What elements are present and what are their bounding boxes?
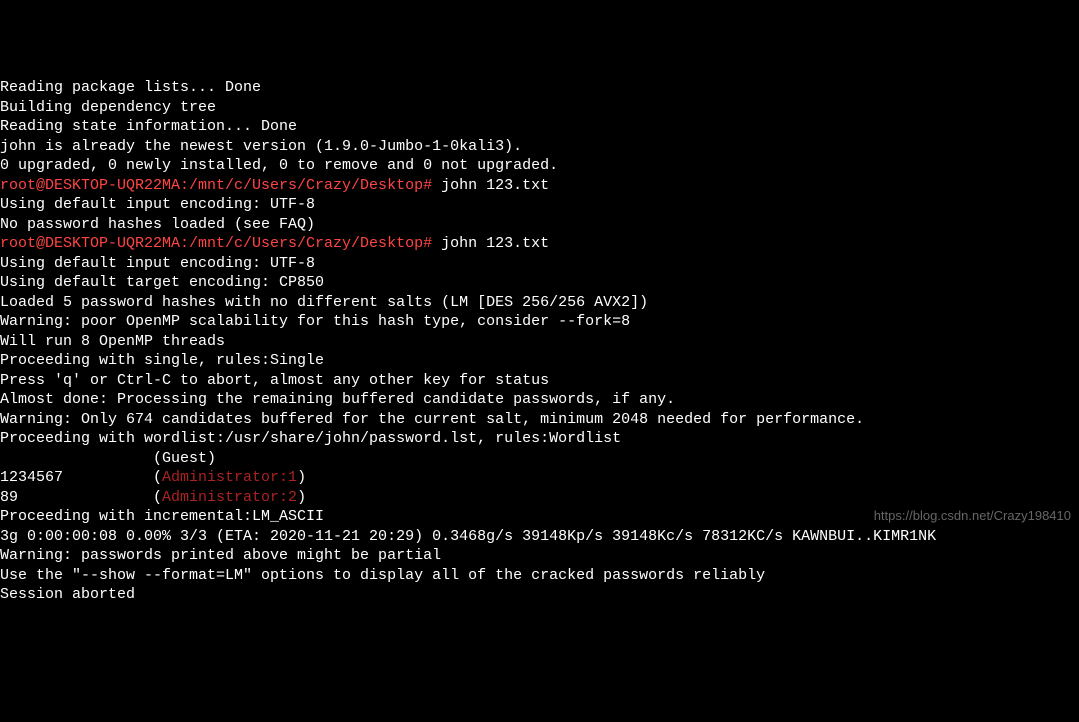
terminal-output[interactable]: Reading package lists... Done Building de… — [0, 78, 1079, 605]
terminal-text-segment: Warning: poor OpenMP scalability for thi… — [0, 313, 630, 330]
terminal-text-segment: Warning: passwords printed above might b… — [0, 547, 441, 564]
terminal-line: root@DESKTOP-UQR22MA:/mnt/c/Users/Crazy/… — [0, 176, 1079, 196]
terminal-text-segment: 1234567 ( — [0, 469, 162, 486]
terminal-text-segment: Reading state information... Done — [0, 118, 297, 135]
terminal-text-segment: Proceeding with single, rules:Single — [0, 352, 324, 369]
terminal-text-segment: root@DESKTOP-UQR22MA:/mnt/c/Users/Crazy/… — [0, 177, 432, 194]
terminal-text-segment: Warning: Only 674 candidates buffered fo… — [0, 411, 864, 428]
terminal-line: Session aborted — [0, 585, 1079, 605]
terminal-line: Reading state information... Done — [0, 117, 1079, 137]
terminal-line: Will run 8 OpenMP threads — [0, 332, 1079, 352]
terminal-line: 0 upgraded, 0 newly installed, 0 to remo… — [0, 156, 1079, 176]
terminal-line: Proceeding with wordlist:/usr/share/john… — [0, 429, 1079, 449]
terminal-text-segment: Almost done: Processing the remaining bu… — [0, 391, 675, 408]
terminal-text-segment: Press 'q' or Ctrl-C to abort, almost any… — [0, 372, 549, 389]
terminal-line: Proceeding with single, rules:Single — [0, 351, 1079, 371]
terminal-line: 1234567 (Administrator:1) — [0, 468, 1079, 488]
terminal-text-segment: john 123.txt — [432, 235, 549, 252]
terminal-text-segment: (Guest) — [0, 450, 216, 467]
terminal-line: Building dependency tree — [0, 98, 1079, 118]
terminal-line: Loaded 5 password hashes with no differe… — [0, 293, 1079, 313]
terminal-text-segment: Building dependency tree — [0, 99, 216, 116]
terminal-text-segment: Session aborted — [0, 586, 135, 603]
terminal-text-segment: Proceeding with wordlist:/usr/share/john… — [0, 430, 621, 447]
terminal-line: root@DESKTOP-UQR22MA:/mnt/c/Users/Crazy/… — [0, 234, 1079, 254]
terminal-text-segment: ) — [297, 469, 306, 486]
terminal-text-segment: Reading package lists... Done — [0, 79, 261, 96]
terminal-text-segment: 3g 0:00:00:08 0.00% 3/3 (ETA: 2020-11-21… — [0, 528, 936, 545]
terminal-text-segment: ) — [297, 489, 306, 506]
terminal-text-segment: Using default input encoding: UTF-8 — [0, 196, 315, 213]
terminal-line: Warning: passwords printed above might b… — [0, 546, 1079, 566]
terminal-text-segment: No password hashes loaded (see FAQ) — [0, 216, 315, 233]
terminal-line: Warning: Only 674 candidates buffered fo… — [0, 410, 1079, 430]
terminal-text-segment: Loaded 5 password hashes with no differe… — [0, 294, 648, 311]
terminal-text-segment: Will run 8 OpenMP threads — [0, 333, 225, 350]
terminal-text-segment: Using default target encoding: CP850 — [0, 274, 324, 291]
terminal-line: Almost done: Processing the remaining bu… — [0, 390, 1079, 410]
terminal-text-segment: Use the "--show --format=LM" options to … — [0, 567, 765, 584]
terminal-text-segment: 89 ( — [0, 489, 162, 506]
terminal-line: 89 (Administrator:2) — [0, 488, 1079, 508]
terminal-text-segment: Administrator:1 — [162, 469, 297, 486]
terminal-line: Using default input encoding: UTF-8 — [0, 254, 1079, 274]
terminal-line: 3g 0:00:00:08 0.00% 3/3 (ETA: 2020-11-21… — [0, 527, 1079, 547]
terminal-text-segment: john is already the newest version (1.9.… — [0, 138, 522, 155]
terminal-text-segment: john 123.txt — [432, 177, 549, 194]
terminal-line: Warning: poor OpenMP scalability for thi… — [0, 312, 1079, 332]
terminal-line: Using default target encoding: CP850 — [0, 273, 1079, 293]
terminal-text-segment: Proceeding with incremental:LM_ASCII — [0, 508, 324, 525]
terminal-text-segment: root@DESKTOP-UQR22MA:/mnt/c/Users/Crazy/… — [0, 235, 432, 252]
terminal-line: john is already the newest version (1.9.… — [0, 137, 1079, 157]
terminal-text-segment: Administrator:2 — [162, 489, 297, 506]
terminal-line: Use the "--show --format=LM" options to … — [0, 566, 1079, 586]
terminal-text-segment: 0 upgraded, 0 newly installed, 0 to remo… — [0, 157, 558, 174]
watermark-text: https://blog.csdn.net/Crazy198410 — [874, 508, 1071, 525]
terminal-line: Using default input encoding: UTF-8 — [0, 195, 1079, 215]
terminal-line: Press 'q' or Ctrl-C to abort, almost any… — [0, 371, 1079, 391]
terminal-line: (Guest) — [0, 449, 1079, 469]
terminal-line: Reading package lists... Done — [0, 78, 1079, 98]
terminal-text-segment: Using default input encoding: UTF-8 — [0, 255, 315, 272]
terminal-line: No password hashes loaded (see FAQ) — [0, 215, 1079, 235]
